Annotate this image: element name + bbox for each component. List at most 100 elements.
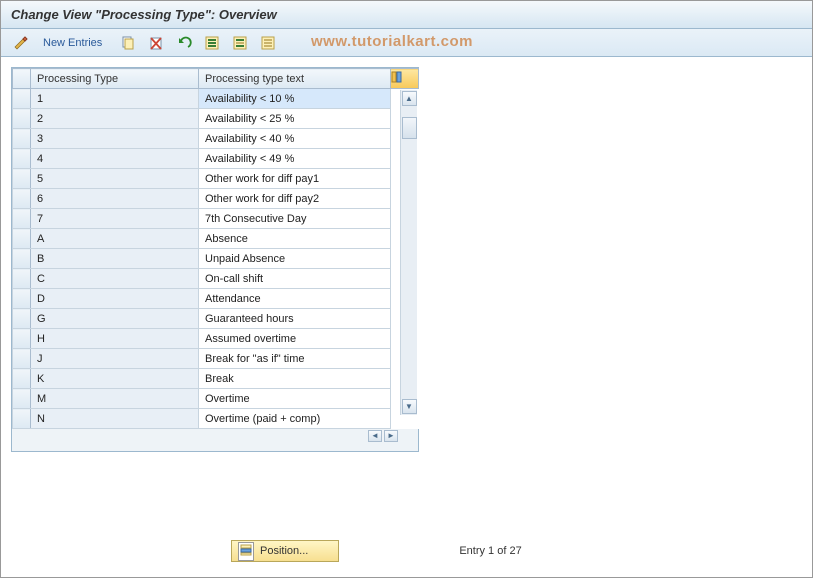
table-row[interactable]: 1Availability < 10 % <box>13 89 419 109</box>
cell-processing-text[interactable]: Availability < 25 % <box>199 109 391 129</box>
row-selector[interactable] <box>13 409 31 429</box>
cell-processing-type[interactable]: M <box>31 389 199 409</box>
scroll-thumb[interactable] <box>402 117 417 139</box>
footer: Position... Entry 1 of 27 <box>1 540 812 562</box>
table-row[interactable]: AAbsence <box>13 229 419 249</box>
cell-processing-type[interactable]: 6 <box>31 189 199 209</box>
cell-processing-type[interactable]: C <box>31 269 199 289</box>
scroll-right-button[interactable]: ► <box>384 430 398 442</box>
table-row[interactable]: 6Other work for diff pay2 <box>13 189 419 209</box>
title-bar: Change View "Processing Type": Overview <box>1 1 812 29</box>
row-selector[interactable] <box>13 109 31 129</box>
cell-processing-text[interactable]: Assumed overtime <box>199 329 391 349</box>
cell-processing-text[interactable]: Break for "as if" time <box>199 349 391 369</box>
row-selector[interactable] <box>13 309 31 329</box>
cell-processing-text[interactable]: Absence <box>199 229 391 249</box>
cell-processing-text[interactable]: Other work for diff pay2 <box>199 189 391 209</box>
horizontal-scrollbar: ◄ ► <box>12 429 418 443</box>
cell-processing-type[interactable]: 4 <box>31 149 199 169</box>
row-selector[interactable] <box>13 89 31 109</box>
configure-columns-icon[interactable] <box>391 69 419 89</box>
table-row[interactable]: MOvertime <box>13 389 419 409</box>
cell-processing-text[interactable]: On-call shift <box>199 269 391 289</box>
deselect-all-icon[interactable] <box>256 33 280 53</box>
cell-processing-type[interactable]: 5 <box>31 169 199 189</box>
toggle-change-icon[interactable] <box>9 33 33 53</box>
table-row[interactable]: 3Availability < 40 % <box>13 129 419 149</box>
cell-processing-type[interactable]: G <box>31 309 199 329</box>
scroll-left-button[interactable]: ◄ <box>368 430 382 442</box>
select-all-icon[interactable] <box>200 33 224 53</box>
cell-processing-type[interactable]: H <box>31 329 199 349</box>
row-selector[interactable] <box>13 229 31 249</box>
cell-processing-type[interactable]: A <box>31 229 199 249</box>
cell-processing-text[interactable]: Overtime <box>199 389 391 409</box>
table-row[interactable]: JBreak for "as if" time <box>13 349 419 369</box>
scroll-track[interactable] <box>401 107 417 398</box>
position-button[interactable]: Position... <box>231 540 339 562</box>
row-selector[interactable] <box>13 289 31 309</box>
delete-icon[interactable] <box>144 33 168 53</box>
cell-processing-text[interactable]: Availability < 40 % <box>199 129 391 149</box>
cell-processing-type[interactable]: J <box>31 349 199 369</box>
cell-processing-text[interactable]: 7th Consecutive Day <box>199 209 391 229</box>
cell-processing-type[interactable]: 7 <box>31 209 199 229</box>
table-row[interactable]: HAssumed overtime <box>13 329 419 349</box>
cell-processing-text[interactable]: Other work for diff pay1 <box>199 169 391 189</box>
cell-processing-type[interactable]: 1 <box>31 89 199 109</box>
scroll-down-button[interactable]: ▼ <box>402 399 417 414</box>
copy-as-icon[interactable] <box>116 33 140 53</box>
table-row[interactable]: 4Availability < 49 % <box>13 149 419 169</box>
cell-processing-text[interactable]: Unpaid Absence <box>199 249 391 269</box>
page-title: Change View "Processing Type": Overview <box>11 7 277 22</box>
processing-type-table: Processing Type Processing type text 1Av… <box>12 68 419 429</box>
select-block-icon[interactable] <box>228 33 252 53</box>
table-row[interactable]: KBreak <box>13 369 419 389</box>
table-row[interactable]: 2Availability < 25 % <box>13 109 419 129</box>
scroll-up-button[interactable]: ▲ <box>402 91 417 106</box>
watermark-text: www.tutorialkart.com <box>311 33 473 50</box>
new-entries-button[interactable]: New Entries <box>37 33 112 53</box>
cell-processing-text[interactable]: Guaranteed hours <box>199 309 391 329</box>
table-row[interactable]: GGuaranteed hours <box>13 309 419 329</box>
cell-processing-text[interactable]: Break <box>199 369 391 389</box>
row-selector[interactable] <box>13 349 31 369</box>
row-selector[interactable] <box>13 389 31 409</box>
row-selector[interactable] <box>13 369 31 389</box>
table-container: Processing Type Processing type text 1Av… <box>11 67 419 452</box>
column-header-type[interactable]: Processing Type <box>31 69 199 89</box>
table-row[interactable]: BUnpaid Absence <box>13 249 419 269</box>
cell-processing-type[interactable]: 3 <box>31 129 199 149</box>
row-selector-header[interactable] <box>13 69 31 89</box>
row-selector[interactable] <box>13 209 31 229</box>
row-selector[interactable] <box>13 169 31 189</box>
row-selector[interactable] <box>13 149 31 169</box>
entry-status: Entry 1 of 27 <box>459 545 521 557</box>
cell-processing-text[interactable]: Availability < 10 % <box>199 89 391 109</box>
undo-icon[interactable] <box>172 33 196 53</box>
cell-processing-text[interactable]: Availability < 49 % <box>199 149 391 169</box>
table-row[interactable]: COn-call shift <box>13 269 419 289</box>
table-row[interactable]: 77th Consecutive Day <box>13 209 419 229</box>
row-selector[interactable] <box>13 129 31 149</box>
cell-processing-text[interactable]: Attendance <box>199 289 391 309</box>
column-header-text[interactable]: Processing type text <box>199 69 391 89</box>
position-label: Position... <box>260 545 308 557</box>
cell-processing-type[interactable]: 2 <box>31 109 199 129</box>
table-row[interactable]: NOvertime (paid + comp) <box>13 409 419 429</box>
position-icon <box>238 542 254 561</box>
new-entries-label: New Entries <box>41 37 108 49</box>
vertical-scrollbar[interactable]: ▲ ▼ <box>400 90 417 415</box>
cell-processing-type[interactable]: B <box>31 249 199 269</box>
toolbar: New Entries www.tutorialkart.com <box>1 29 812 57</box>
row-selector[interactable] <box>13 269 31 289</box>
cell-processing-text[interactable]: Overtime (paid + comp) <box>199 409 391 429</box>
cell-processing-type[interactable]: N <box>31 409 199 429</box>
row-selector[interactable] <box>13 189 31 209</box>
table-row[interactable]: DAttendance <box>13 289 419 309</box>
table-row[interactable]: 5Other work for diff pay1 <box>13 169 419 189</box>
cell-processing-type[interactable]: K <box>31 369 199 389</box>
row-selector[interactable] <box>13 329 31 349</box>
row-selector[interactable] <box>13 249 31 269</box>
cell-processing-type[interactable]: D <box>31 289 199 309</box>
